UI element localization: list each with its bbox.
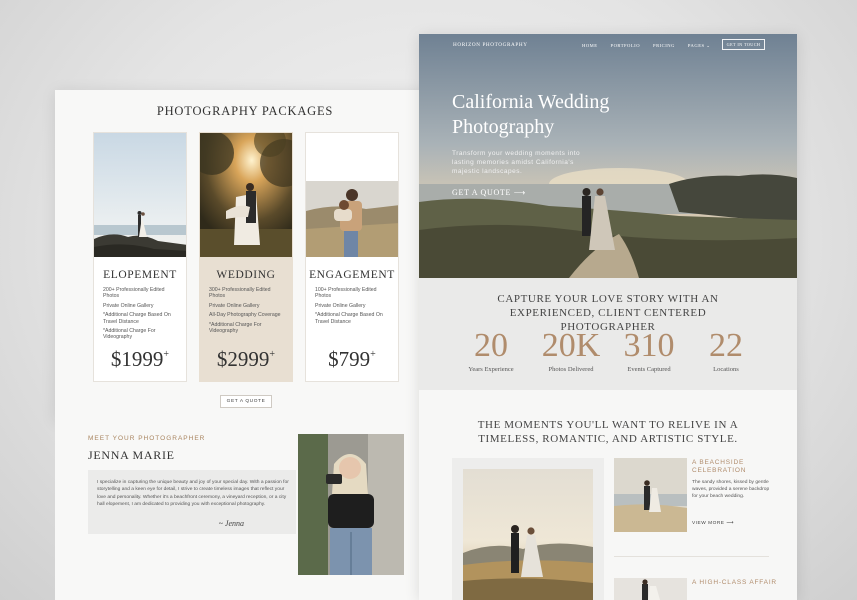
price-plus: +	[163, 349, 170, 360]
package-feature: *Additional Charge For Videography	[103, 328, 156, 341]
nav-logo[interactable]: HORIZON PHOTOGRAPHY	[453, 42, 528, 48]
stat-label: Years Experience	[468, 366, 514, 373]
price-plus: +	[269, 349, 276, 360]
stat-locations: 22 Locations	[686, 326, 766, 373]
moment-thumb-high-class[interactable]	[614, 578, 687, 600]
moment-tag-beachside: A BEACHSIDE CELEBRATION	[692, 459, 747, 474]
moment-feature-card[interactable]	[452, 458, 604, 600]
package-card-elopement[interactable]: ELOPEMENT 200+ Professionally Edited Pho…	[93, 132, 187, 382]
package-card-wedding[interactable]: WEDDING 300+ Professionally Edited Photo…	[199, 132, 293, 382]
stat-events: 310 Events Captured	[609, 326, 689, 373]
elopement-photo	[94, 133, 186, 257]
get-a-quote-button[interactable]: GET A QUOTE	[220, 395, 272, 408]
view-more-link[interactable]: VIEW MORE ⟶	[692, 521, 734, 526]
stats-section: CAPTURE YOUR LOVE STORY WITH AN EXPERIEN…	[419, 278, 797, 390]
homepage-panel: HORIZON PHOTOGRAPHY HOME PORTFOLIO PRICI…	[419, 34, 797, 600]
package-features: 100+ Professionally Edited Photos Privat…	[315, 287, 392, 328]
package-price: $2999+	[200, 347, 292, 372]
photographer-photo	[298, 434, 404, 575]
package-feature: Private Online Gallery	[103, 302, 154, 309]
price-value: $2999	[216, 347, 270, 371]
photographer-name: JENNA MARIE	[88, 448, 175, 462]
stat-label: Photos Delivered	[548, 366, 594, 373]
package-card-engagement[interactable]: ENGAGEMENT 100+ Professionally Edited Ph…	[305, 132, 399, 382]
nav-link-portfolio[interactable]: PORTFOLIO	[611, 43, 641, 49]
nav-link-pricing[interactable]: PRICING	[653, 43, 675, 49]
package-feature: 100+ Professionally Edited Photos	[315, 287, 377, 300]
engagement-photo	[306, 181, 398, 257]
stat-label: Locations	[713, 366, 739, 373]
price-value: $1999	[110, 347, 164, 371]
wedding-photo	[200, 133, 292, 257]
price-value: $799	[328, 347, 371, 371]
bio-signature: ~ Jenna	[218, 519, 244, 528]
package-feature: Private Online Gallery	[209, 302, 260, 309]
package-feature: *Additional Charge Based On Travel Dista…	[315, 312, 383, 325]
stat-value: 20	[474, 327, 508, 364]
stat-photos: 20K Photos Delivered	[531, 326, 611, 373]
package-name: ELOPEMENT	[103, 269, 177, 281]
packages-panel: PHOTOGRAPHY PACKAGES ELOPEMENT 200+ Prof…	[55, 90, 435, 420]
moment-description: The sandy shores, kissed by gentle waves…	[692, 480, 770, 500]
moment-divider	[614, 556, 769, 557]
moment-thumb-beach[interactable]	[614, 458, 687, 532]
moment-feature-photo	[463, 469, 593, 600]
package-name: WEDDING	[216, 269, 276, 281]
package-name: ENGAGEMENT	[309, 269, 395, 281]
stat-value: 22	[709, 327, 743, 364]
packages-title: PHOTOGRAPHY PACKAGES	[156, 104, 334, 118]
nav-link-pages[interactable]: PAGES ⌄	[688, 43, 711, 49]
moments-title: THE MOMENTS YOU'LL WANT TO RELIVE IN A T…	[477, 419, 739, 445]
photographer-panel: MEET YOUR PHOTOGRAPHER JENNA MARIE I spe…	[55, 420, 435, 600]
bio-text: I specialize in capturing the unique bea…	[97, 480, 289, 507]
bio-kicker: MEET YOUR PHOTOGRAPHER	[88, 435, 206, 442]
package-feature: *Additional Charge For Videography	[209, 321, 262, 335]
package-feature: 200+ Professionally Edited Photos	[103, 287, 165, 300]
package-features: 200+ Professionally Edited Photos Privat…	[103, 287, 180, 344]
stat-years: 20 Years Experience	[451, 326, 531, 373]
stat-label: Events Captured	[627, 366, 671, 373]
bio-box: I specialize in capturing the unique bea…	[88, 470, 296, 534]
package-feature: All-Day Photography Coverage	[209, 312, 281, 319]
package-features: 300+ Professionally Edited Photos Privat…	[209, 287, 286, 337]
package-price: $799+	[306, 347, 398, 372]
package-feature: *Additional Charge Based On Travel Dista…	[103, 312, 171, 325]
hero-section: HORIZON PHOTOGRAPHY HOME PORTFOLIO PRICI…	[419, 34, 797, 278]
hero-subtitle: Transform your wedding moments into last…	[452, 150, 581, 175]
hero-quote-link[interactable]: GET A QUOTE ⟶	[452, 188, 526, 197]
nav-link-home[interactable]: HOME	[582, 43, 598, 49]
moment-tag-high-class: A HIGH-CLASS AFFAIR	[692, 579, 777, 586]
package-price: $1999+	[94, 347, 186, 372]
hero-title: California Wedding Photography	[452, 91, 610, 138]
package-feature: 300+ Professionally Edited Photos	[209, 287, 271, 300]
stat-value: 20K	[541, 327, 601, 364]
price-plus: +	[370, 349, 376, 360]
stat-value: 310	[623, 327, 675, 364]
nav-links: HOME PORTFOLIO PRICING PAGES ⌄	[582, 43, 711, 49]
package-feature: Private Online Gallery	[315, 302, 366, 309]
get-in-touch-button[interactable]: GET IN TOUCH	[722, 39, 765, 50]
